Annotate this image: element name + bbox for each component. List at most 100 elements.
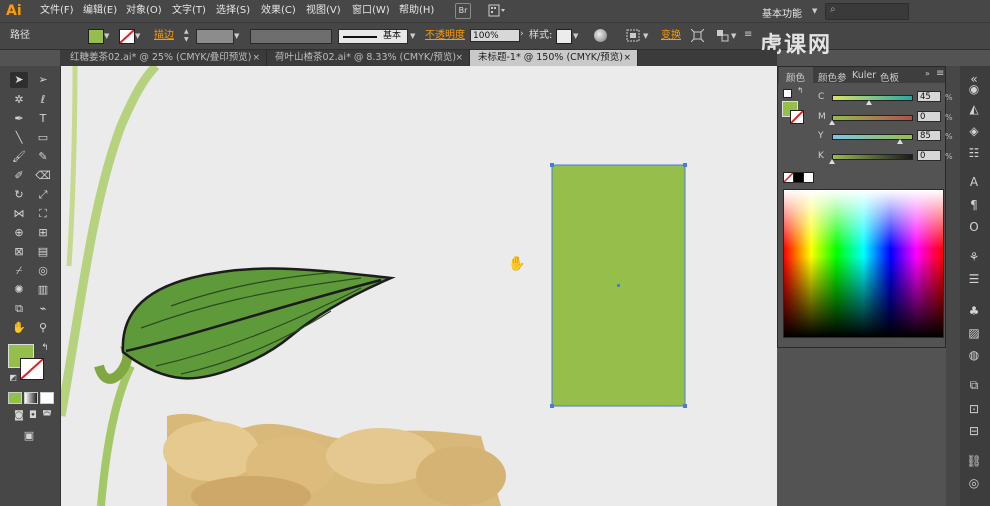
- character-panel-icon[interactable]: A: [964, 173, 984, 191]
- graphic-styles-panel-icon[interactable]: ▨: [964, 324, 984, 342]
- tab-document-1[interactable]: 红糖姜茶02.ai* @ 25% (CMYK/叠印预览) ×: [62, 50, 267, 66]
- column-graph-tool-icon[interactable]: ▥: [34, 282, 52, 298]
- stroke-swatch[interactable]: [119, 29, 135, 44]
- gradient-mode-button[interactable]: [24, 392, 38, 404]
- opacity-arrow-icon[interactable]: ›: [520, 29, 524, 39]
- fill-swatch[interactable]: [88, 29, 104, 44]
- transform-panel-icon[interactable]: ⊡: [964, 400, 984, 418]
- stroke-weight-input[interactable]: [196, 29, 234, 44]
- eyedropper-tool-icon[interactable]: ⌿: [10, 263, 28, 279]
- symbol-sprayer-tool-icon[interactable]: ✺: [10, 282, 28, 298]
- artboard-tool-icon[interactable]: ⧉: [10, 301, 28, 317]
- stroke-weight-dropdown-icon[interactable]: ▼: [234, 32, 239, 40]
- yellow-slider-thumb[interactable]: [897, 139, 903, 144]
- menu-file[interactable]: 文件(F): [40, 5, 74, 17]
- black-slider[interactable]: [832, 154, 913, 160]
- default-colors-icon[interactable]: ◩: [4, 370, 22, 386]
- yellow-value-input[interactable]: 85: [917, 130, 941, 141]
- select-similar-icon[interactable]: [716, 29, 729, 42]
- workspace-switcher[interactable]: 基本功能: [762, 5, 802, 20]
- rectangle-tool-icon[interactable]: ▭: [34, 130, 52, 146]
- tab-swatches[interactable]: 色板: [880, 70, 899, 84]
- graphic-style-swatch[interactable]: [556, 29, 572, 44]
- scale-tool-icon[interactable]: ⤢: [34, 187, 52, 203]
- arrange-documents-icon[interactable]: [488, 4, 506, 17]
- hand-tool-icon[interactable]: ✋: [10, 320, 28, 336]
- swatches-panel-icon[interactable]: ◭: [964, 100, 984, 118]
- opacity-link[interactable]: 不透明度: [425, 30, 465, 42]
- stroke-color-box[interactable]: [20, 358, 44, 380]
- pencil-tool-icon[interactable]: ✎: [34, 149, 52, 165]
- shape-builder-tool-icon[interactable]: ⊕: [10, 225, 28, 241]
- navigator-panel-icon[interactable]: ◎: [964, 474, 984, 492]
- tab-close-icon[interactable]: ×: [252, 50, 260, 66]
- selection-handle[interactable]: [550, 404, 554, 408]
- pathfinder-panel-icon[interactable]: ⧉: [964, 376, 984, 394]
- stroke-link[interactable]: 描边: [154, 30, 174, 42]
- align-panel-icon[interactable]: ⊟: [964, 422, 984, 440]
- tab-color[interactable]: 颜色: [786, 70, 805, 84]
- menu-help[interactable]: 帮助(H): [399, 5, 434, 17]
- color-mode-button[interactable]: [8, 392, 22, 404]
- recolor-artwork-icon[interactable]: [594, 29, 607, 42]
- magenta-slider-thumb[interactable]: [829, 120, 835, 125]
- rotate-tool-icon[interactable]: ↻: [10, 187, 28, 203]
- zoom-tool-icon[interactable]: ⚲: [34, 320, 52, 336]
- width-tool-icon[interactable]: ⋈: [10, 206, 28, 222]
- cyan-slider[interactable]: [832, 95, 913, 101]
- menu-edit[interactable]: 编辑(E): [83, 5, 117, 17]
- brush-dropdown-icon[interactable]: ▼: [410, 32, 415, 40]
- blend-tool-icon[interactable]: ◎: [34, 263, 52, 279]
- paintbrush-tool-icon[interactable]: 🖌: [10, 149, 28, 165]
- stroke-panel-icon[interactable]: ☰: [964, 270, 984, 288]
- graphic-style-dropdown-icon[interactable]: ▼: [573, 32, 578, 40]
- magenta-slider[interactable]: [832, 115, 913, 121]
- default-fill-stroke-icon[interactable]: [783, 89, 792, 98]
- artboard-canvas[interactable]: ✋: [61, 66, 777, 506]
- black-slider-thumb[interactable]: [829, 159, 835, 164]
- control-bar-menu-icon[interactable]: ≡: [744, 29, 752, 40]
- align-dropdown-icon[interactable]: ▼: [643, 32, 648, 40]
- draw-inside-icon[interactable]: ◚: [38, 408, 56, 424]
- mesh-tool-icon[interactable]: ⊠: [10, 244, 28, 260]
- tab-close-icon[interactable]: ×: [455, 50, 463, 66]
- pen-tool-icon[interactable]: ✒: [10, 111, 28, 127]
- menu-view[interactable]: 视图(V): [306, 5, 341, 17]
- black-value-input[interactable]: 0: [917, 150, 941, 161]
- swap-icon[interactable]: ↰: [797, 86, 804, 95]
- bridge-button[interactable]: Br: [455, 3, 471, 19]
- cyan-slider-thumb[interactable]: [866, 100, 872, 105]
- brushes-panel-icon[interactable]: ⚘: [964, 248, 984, 266]
- eraser-tool-icon[interactable]: ⌫: [34, 168, 52, 184]
- selection-handle[interactable]: [550, 163, 554, 167]
- tab-color-guide[interactable]: 颜色参: [818, 70, 847, 84]
- selection-handle[interactable]: [683, 163, 687, 167]
- links-panel-icon[interactable]: ⛓: [964, 452, 984, 470]
- panel-double-arrow-icon[interactable]: »: [925, 69, 930, 78]
- symbols-panel-icon[interactable]: ♣: [964, 302, 984, 320]
- tab-document-2[interactable]: 荷叶山楂茶02.ai* @ 8.33% (CMYK/预览) ×: [267, 50, 470, 66]
- free-transform-tool-icon[interactable]: ⛶: [34, 206, 52, 222]
- perspective-grid-tool-icon[interactable]: ⊞: [34, 225, 52, 241]
- stroke-dropdown-icon[interactable]: ▼: [135, 32, 140, 40]
- brush-definition[interactable]: 基本: [338, 29, 408, 44]
- color-spectrum[interactable]: [783, 189, 944, 338]
- transform-link[interactable]: 变换: [661, 30, 681, 42]
- line-segment-tool-icon[interactable]: ╲: [10, 130, 28, 146]
- selection-tool-icon[interactable]: ➤: [10, 72, 28, 88]
- search-input[interactable]: [825, 3, 909, 20]
- variable-width-profile[interactable]: [250, 29, 332, 44]
- menu-type[interactable]: 文字(T): [172, 5, 206, 17]
- direct-selection-tool-icon[interactable]: ➢: [34, 72, 52, 88]
- layers-panel-icon[interactable]: ☷: [964, 144, 984, 162]
- select-similar-dropdown-icon[interactable]: ▼: [731, 32, 736, 40]
- menu-window[interactable]: 窗口(W): [352, 5, 390, 17]
- panel-stroke-box[interactable]: [790, 110, 804, 124]
- appearance-panel-icon[interactable]: ◈: [964, 122, 984, 140]
- panel-menu-icon[interactable]: ≡: [936, 68, 944, 79]
- paragraph-panel-icon[interactable]: ¶: [964, 196, 984, 214]
- blob-brush-tool-icon[interactable]: ✐: [10, 168, 28, 184]
- none-mode-button[interactable]: [40, 392, 54, 404]
- tab-kuler[interactable]: Kuler: [852, 70, 876, 81]
- menu-select[interactable]: 选择(S): [216, 5, 250, 17]
